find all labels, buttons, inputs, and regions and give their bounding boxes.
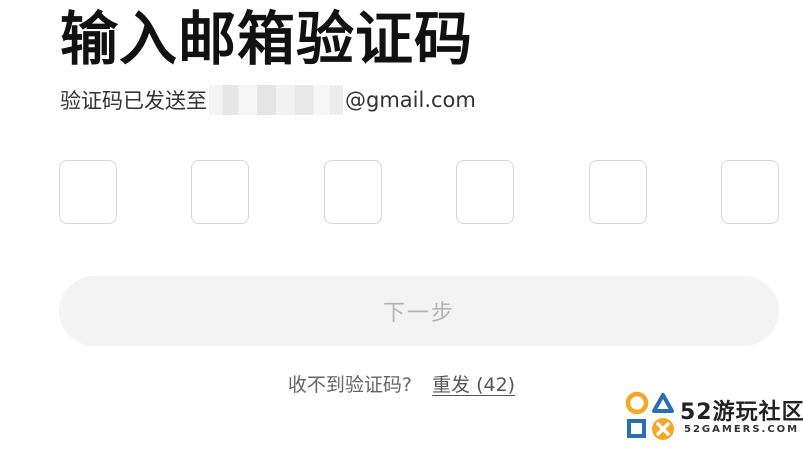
code-digit-4[interactable]	[456, 160, 515, 224]
code-digit-2[interactable]	[191, 160, 250, 224]
watermark-logo-icon	[625, 391, 674, 440]
email-domain: @gmail.com	[345, 88, 476, 112]
sent-to-text: 验证码已发送至 @gmail.com	[60, 85, 476, 115]
watermark-brand: 52游玩社区	[680, 400, 803, 425]
sent-to-prefix: 验证码已发送至	[60, 89, 207, 113]
verify-email-page: 输入邮箱验证码 验证码已发送至 @gmail.com 下一步 收不到验证码? 重…	[0, 0, 803, 449]
watermark: 52游玩社区 52GAMERS.COM	[624, 390, 803, 444]
code-digit-3[interactable]	[323, 160, 382, 224]
watermark-site: 52GAMERS.COM	[684, 424, 800, 435]
page-title: 输入邮箱验证码	[60, 5, 474, 73]
next-step-button[interactable]: 下一步	[59, 276, 779, 346]
verification-code-inputs	[59, 160, 779, 226]
code-digit-5[interactable]	[588, 160, 647, 224]
resend-code-link[interactable]: 重发 (42)	[432, 374, 515, 396]
code-digit-6[interactable]	[720, 160, 779, 224]
resend-prompt: 收不到验证码?	[287, 374, 412, 396]
masked-email-username	[209, 85, 343, 115]
code-digit-1[interactable]	[59, 160, 117, 224]
